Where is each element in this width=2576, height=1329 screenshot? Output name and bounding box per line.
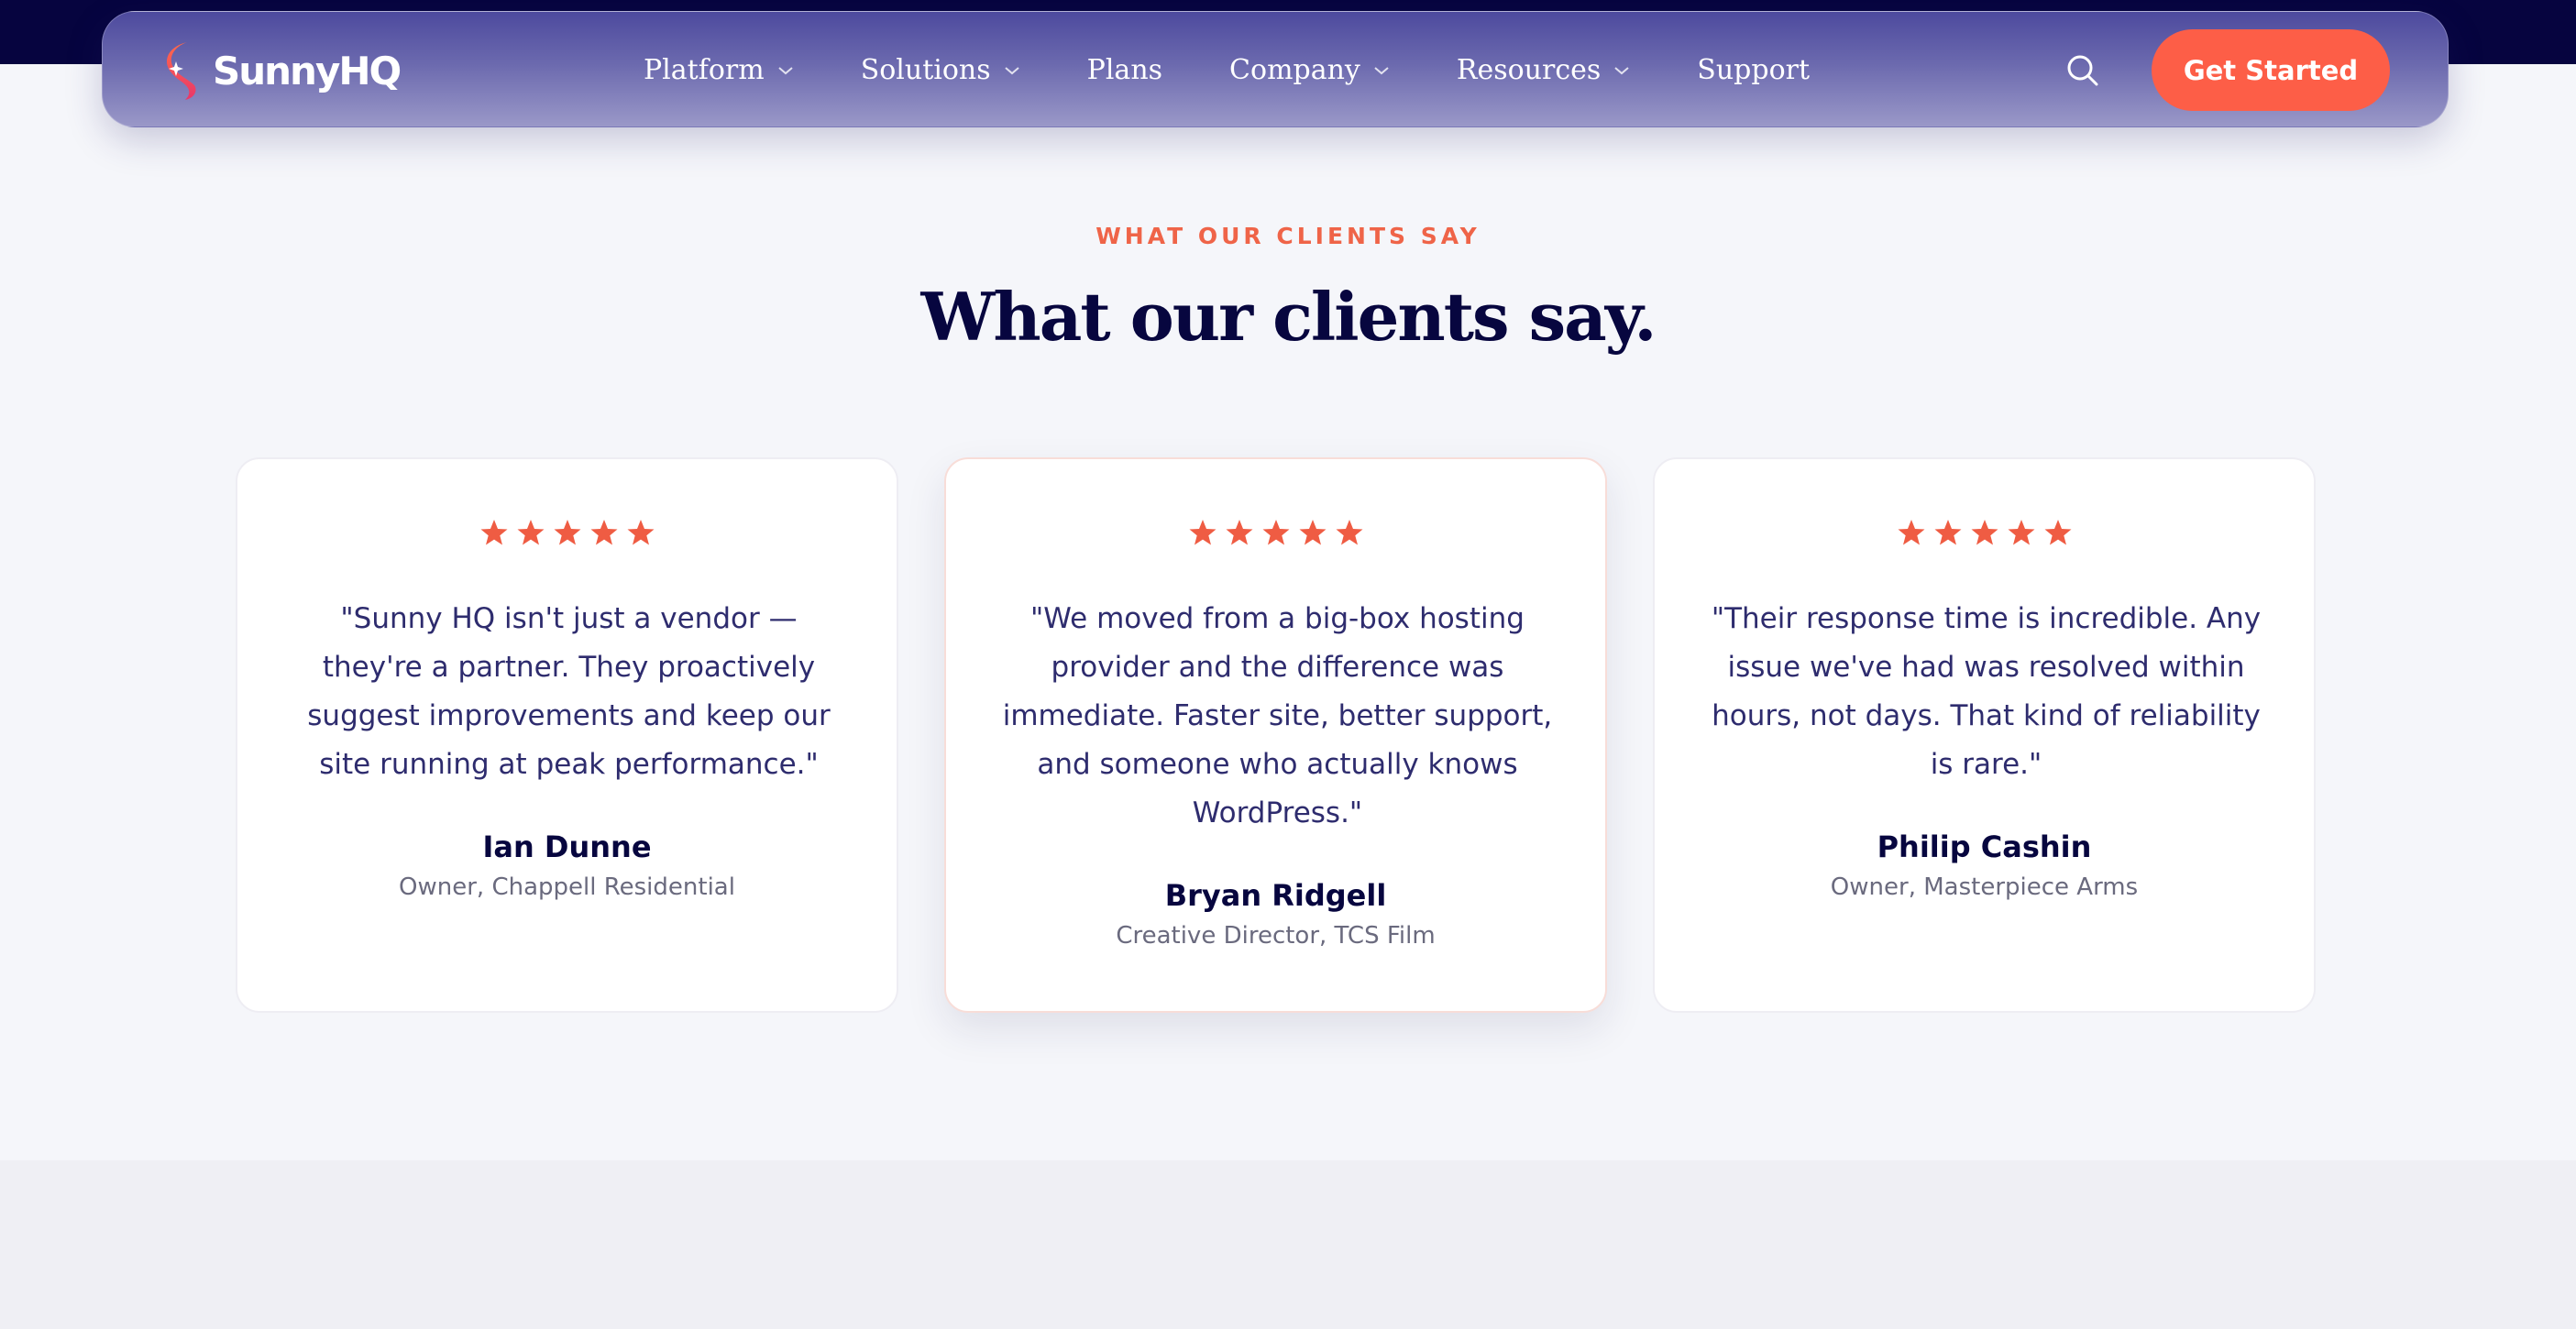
nav-item-label: Support xyxy=(1697,54,1811,86)
star-icon xyxy=(627,520,654,545)
brand-logo[interactable]: SunnyHQ xyxy=(161,39,402,102)
star-icon xyxy=(1226,520,1252,545)
star-icon xyxy=(1898,520,1924,545)
author-role: Owner, Masterpiece Arms xyxy=(1830,873,2139,901)
sunny-logo-icon xyxy=(166,42,196,100)
nav-item-label: Company xyxy=(1229,54,1360,86)
star-icon xyxy=(2008,520,2034,545)
star-icon xyxy=(1934,520,1961,545)
nav-item-label: Plans xyxy=(1086,54,1163,86)
star-icon xyxy=(1971,520,1998,545)
section-eyebrow: WHAT OUR CLIENTS SAY xyxy=(1095,223,1481,249)
author-name: Bryan Ridgell xyxy=(1164,878,1387,913)
nav-item-resources[interactable]: Resources xyxy=(1457,54,1630,86)
star-rating xyxy=(237,518,897,547)
star-icon xyxy=(2044,520,2071,545)
brand-name: SunnyHQ xyxy=(213,48,402,93)
star-icon xyxy=(480,520,507,545)
star-icon xyxy=(590,520,617,545)
nav-item-label: Solutions xyxy=(860,54,991,86)
testimonial-quote: "Sunny HQ isn't just a vendor — they're … xyxy=(307,602,831,781)
nav-links: Platform Solutions Plans Company Resourc… xyxy=(644,12,1810,128)
main-navbar: SunnyHQ Platform Solutions Plans Company… xyxy=(102,11,2449,127)
chevron-down-icon xyxy=(1005,66,1019,74)
nav-item-plans[interactable]: Plans xyxy=(1087,54,1162,86)
nav-item-solutions[interactable]: Solutions xyxy=(861,54,1020,86)
star-icon xyxy=(1299,520,1326,545)
section-title: What our clients say. xyxy=(920,278,1657,356)
star-icon xyxy=(1336,520,1362,545)
nav-item-label: Resources xyxy=(1456,54,1602,86)
chevron-down-icon xyxy=(778,66,793,74)
testimonial-card-featured: "We moved from a big-box hosting provide… xyxy=(944,457,1607,1013)
nav-item-support[interactable]: Support xyxy=(1697,54,1810,86)
testimonial-quote: "We moved from a big-box hosting provide… xyxy=(1002,602,1553,829)
star-icon xyxy=(1189,520,1216,545)
star-rating xyxy=(1655,518,2314,547)
testimonial-card: "Sunny HQ isn't just a vendor — they're … xyxy=(236,457,898,1013)
chevron-down-icon xyxy=(1374,66,1389,74)
author-name: Philip Cashin xyxy=(1877,829,2092,864)
testimonial-quote: "Their response time is incredible. Any … xyxy=(1711,602,2262,781)
testimonial-card: "Their response time is incredible. Any … xyxy=(1653,457,2316,1013)
footer-band xyxy=(0,1160,2576,1329)
star-rating xyxy=(946,518,1605,547)
nav-item-platform[interactable]: Platform xyxy=(644,54,794,86)
search-icon[interactable] xyxy=(2064,52,2101,89)
star-icon xyxy=(554,520,580,545)
star-icon xyxy=(1262,520,1289,545)
nav-item-company[interactable]: Company xyxy=(1229,54,1390,86)
get-started-button[interactable]: Get Started xyxy=(2152,29,2390,111)
chevron-down-icon xyxy=(1614,66,1629,74)
star-icon xyxy=(517,520,544,545)
author-role: Owner, Chappell Residential xyxy=(399,873,735,901)
author-role: Creative Director, TCS Film xyxy=(1116,922,1436,950)
author-name: Ian Dunne xyxy=(482,829,652,864)
nav-item-label: Platform xyxy=(644,54,765,86)
